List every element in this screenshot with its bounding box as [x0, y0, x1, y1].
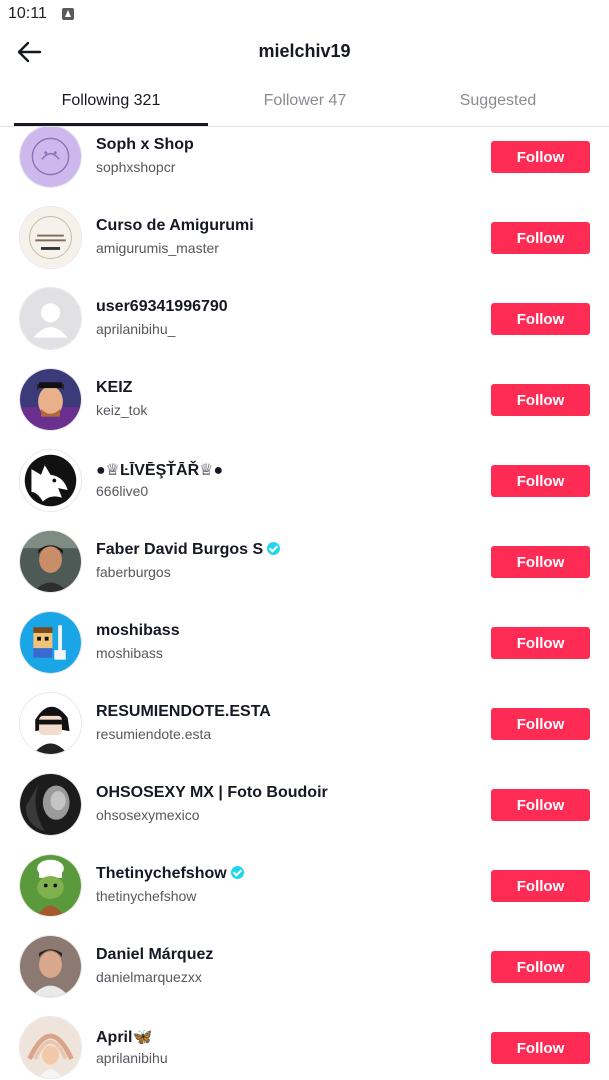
avatar[interactable]	[19, 206, 82, 269]
user-row[interactable]: KEIZ keiz_tok Follow	[0, 358, 609, 439]
follow-button[interactable]: Follow	[491, 870, 590, 902]
user-row[interactable]: Curso de Amigurumi amigurumis_master Fol…	[0, 196, 609, 277]
user-handle: sophxshopcr	[96, 159, 176, 175]
follow-button[interactable]: Follow	[491, 789, 590, 821]
user-handle: aprilanibihu	[96, 1050, 168, 1066]
user-name: user69341996790	[96, 298, 228, 315]
user-row[interactable]: user69341996790 aprilanibihu_ Follow	[0, 277, 609, 358]
follow-button[interactable]: Follow	[491, 141, 590, 173]
user-handle: keiz_tok	[96, 402, 148, 418]
user-handle: moshibass	[96, 645, 163, 661]
user-name: RESUMIENDOTE.ESTA	[96, 703, 271, 720]
user-name: OHSOSEXY MX | Foto Boudoir	[96, 784, 328, 801]
follow-button[interactable]: Follow	[491, 1032, 590, 1064]
active-tab-indicator	[14, 123, 208, 126]
follow-button[interactable]: Follow	[491, 303, 590, 335]
user-handle: 666live0	[96, 483, 149, 499]
user-name: KEIZ	[96, 379, 133, 396]
avatar[interactable]	[19, 1016, 82, 1079]
avatar[interactable]	[19, 368, 82, 431]
avatar[interactable]	[19, 854, 82, 917]
user-row[interactable]: Daniel Márquez danielmarquezxx Follow	[0, 925, 609, 1006]
avatar[interactable]	[19, 692, 82, 755]
user-name: ●♕ĿĪVĒŞŤĀŘ♕●	[96, 462, 224, 479]
tab-following[interactable]: Following 321	[14, 76, 208, 126]
follow-button[interactable]: Follow	[491, 627, 590, 659]
user-row[interactable]: moshibass moshibass Follow	[0, 601, 609, 682]
user-handle: resumiendote.esta	[96, 726, 212, 742]
avatar[interactable]	[19, 449, 82, 512]
avatar[interactable]	[19, 935, 82, 998]
user-row[interactable]: Thetinychefshow thetinychefshow Follow	[0, 844, 609, 925]
status-time: 10:11	[8, 5, 47, 22]
user-name: Curso de Amigurumi	[96, 217, 254, 234]
follow-button[interactable]: Follow	[491, 465, 590, 497]
user-name: Thetinychefshow	[96, 865, 244, 883]
user-row[interactable]: Faber David Burgos S faberburgos Follow	[0, 520, 609, 601]
tab-bar: Following 321 Follower 47 Suggested	[0, 76, 609, 127]
avatar[interactable]	[19, 287, 82, 350]
user-name: Daniel Márquez	[96, 946, 214, 963]
avatar[interactable]	[19, 127, 82, 188]
user-handle: aprilanibihu_	[96, 321, 176, 337]
avatar[interactable]	[19, 530, 82, 593]
avatar[interactable]	[19, 611, 82, 674]
tab-suggested[interactable]: Suggested	[402, 76, 594, 126]
notification-icon	[62, 8, 74, 20]
tab-follower[interactable]: Follower 47	[208, 76, 402, 126]
user-row[interactable]: OHSOSEXY MX | Foto Boudoir ohsosexymexic…	[0, 763, 609, 844]
verified-badge-icon	[267, 542, 281, 555]
user-handle: amigurumis_master	[96, 240, 219, 256]
user-handle: thetinychefshow	[96, 888, 197, 904]
avatar[interactable]	[19, 773, 82, 836]
user-row[interactable]: Soph x Shop sophxshopcr Follow	[0, 127, 609, 196]
header: mielchiv19	[0, 28, 609, 76]
page-title: mielchiv19	[258, 41, 351, 61]
follow-button[interactable]: Follow	[491, 222, 590, 254]
user-name: April🦋	[96, 1029, 153, 1046]
follow-button[interactable]: Follow	[491, 546, 590, 578]
follow-button[interactable]: Follow	[491, 384, 590, 416]
user-name: Soph x Shop	[96, 136, 194, 153]
user-name: moshibass	[96, 622, 180, 639]
user-handle: danielmarquezxx	[96, 969, 202, 985]
follow-button[interactable]: Follow	[491, 951, 590, 983]
verified-badge-icon	[230, 866, 244, 879]
user-row[interactable]: RESUMIENDOTE.ESTA resumiendote.esta Foll…	[0, 682, 609, 763]
user-name: Faber David Burgos S	[96, 541, 281, 559]
user-row[interactable]: April🦋 aprilanibihu Follow	[0, 1006, 609, 1080]
user-row[interactable]: ●♕ĿĪVĒŞŤĀŘ♕● 666live0 Follow	[0, 439, 609, 520]
user-handle: faberburgos	[96, 564, 171, 580]
following-list[interactable]: Soph x Shop sophxshopcr Follow Curso de …	[0, 127, 609, 1080]
user-handle: ohsosexymexico	[96, 807, 200, 823]
follow-button[interactable]: Follow	[491, 708, 590, 740]
status-bar: 10:11	[0, 0, 609, 28]
